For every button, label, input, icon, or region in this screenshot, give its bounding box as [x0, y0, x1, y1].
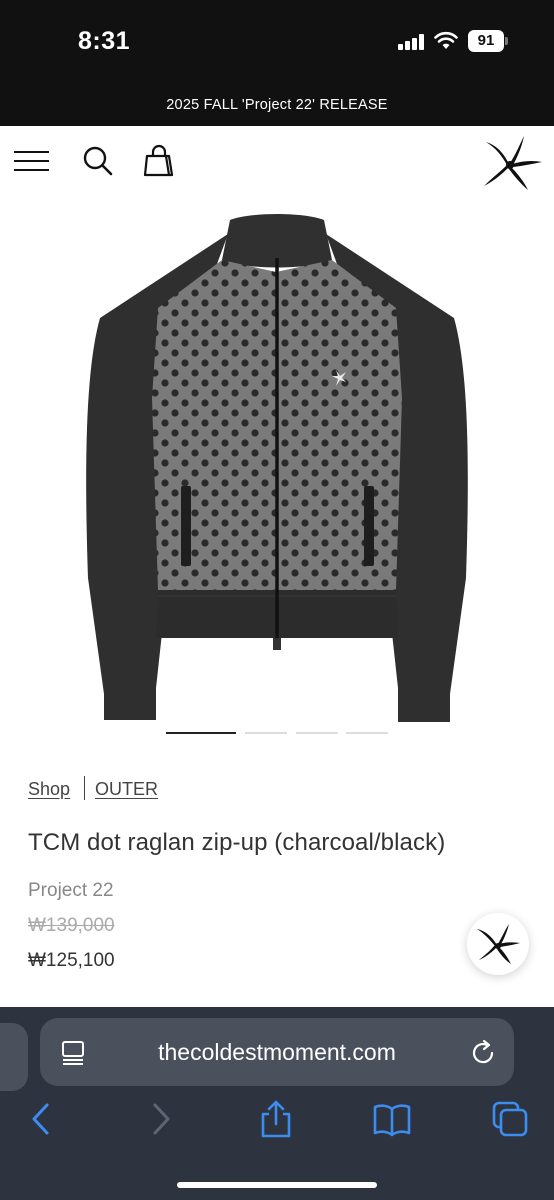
home-indicator: [177, 1182, 377, 1188]
page-menu-icon[interactable]: [60, 1039, 88, 1067]
wifi-icon: [434, 31, 458, 49]
original-price: ₩139,000: [28, 915, 115, 936]
reload-icon[interactable]: [468, 1038, 498, 1068]
breadcrumb-category-link[interactable]: OUTER: [95, 779, 158, 799]
status-bar: 8:31 91: [0, 0, 554, 84]
breadcrumb-shop-link[interactable]: Shop: [28, 779, 70, 799]
search-icon[interactable]: [82, 144, 114, 178]
product-brand: Project 22: [28, 880, 114, 901]
product-title: TCM dot raglan zip-up (charcoal/black): [28, 829, 446, 856]
back-icon[interactable]: [22, 1099, 62, 1139]
battery-indicator: 91: [468, 30, 504, 52]
url-text[interactable]: thecoldestmoment.com: [40, 1018, 514, 1086]
breadcrumb: Shop OUTER: [28, 776, 158, 802]
floating-starfish-button[interactable]: [467, 913, 529, 975]
share-icon[interactable]: [256, 1099, 296, 1139]
cellular-signal-icon: [398, 34, 426, 50]
shopping-bag-icon[interactable]: [142, 144, 176, 178]
tabs-icon[interactable]: [490, 1099, 530, 1139]
menu-icon[interactable]: [14, 148, 50, 174]
starfish-logo[interactable]: [476, 134, 546, 192]
gallery-indicator-3[interactable]: [296, 732, 338, 734]
gallery-indicator-4[interactable]: [346, 732, 388, 734]
gallery-indicator-1[interactable]: [166, 732, 236, 734]
sale-price: ₩125,100: [28, 950, 115, 971]
browser-toolbar: thecoldestmoment.com: [0, 1007, 554, 1200]
status-time: 8:31: [78, 27, 131, 55]
previous-tab-preview[interactable]: [0, 1023, 28, 1091]
site-header: [0, 126, 554, 198]
bookmarks-icon[interactable]: [372, 1099, 412, 1139]
battery-tip: [505, 37, 508, 45]
gallery-indicator-2[interactable]: [245, 732, 287, 734]
address-bar[interactable]: thecoldestmoment.com: [40, 1018, 514, 1086]
product-image[interactable]: [0, 198, 554, 728]
breadcrumb-divider: [84, 776, 86, 800]
forward-icon[interactable]: [140, 1099, 180, 1139]
announcement-banner[interactable]: 2025 FALL 'Project 22' RELEASE: [0, 84, 554, 126]
starfish-icon: [477, 924, 520, 964]
